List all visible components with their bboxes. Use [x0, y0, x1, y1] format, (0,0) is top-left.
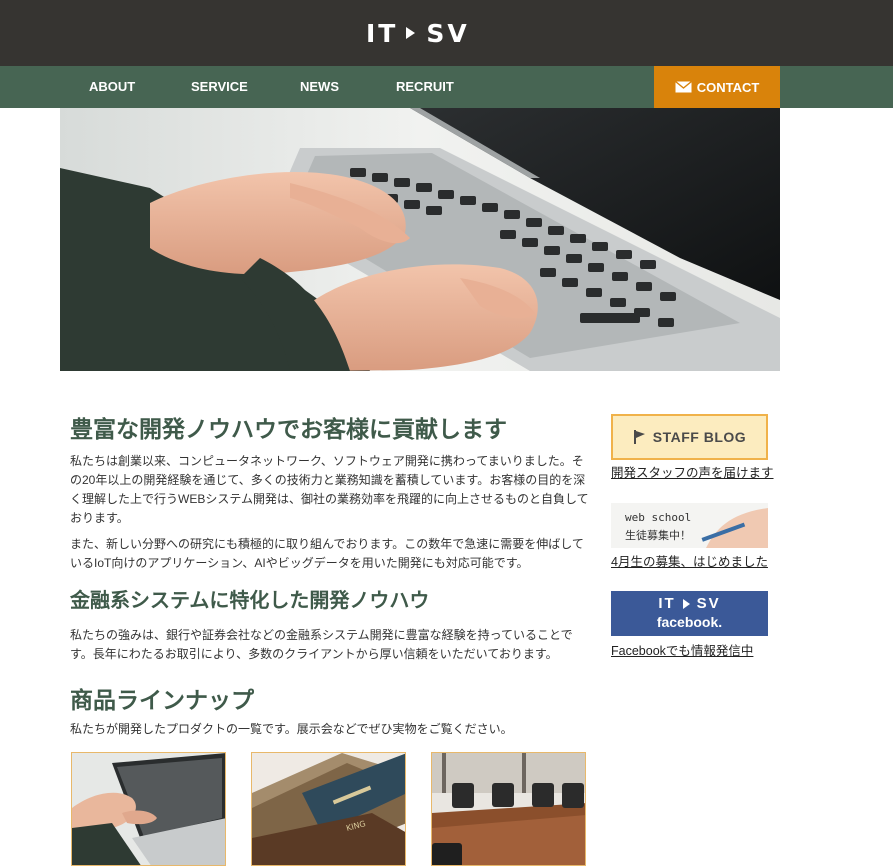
nav-item-recruit[interactable]: RECRUIT [396, 66, 454, 108]
logo-text-left: IT [366, 18, 399, 48]
product-thumb-books[interactable]: KING [251, 752, 406, 866]
fb-logo-left: IT [658, 595, 676, 612]
facebook-wordmark: facebook. [656, 614, 723, 630]
page-title: 豊富な開発ノウハウでお客様に貢献します [70, 416, 507, 442]
staff-blog-banner[interactable]: STAFF BLOG [611, 414, 768, 460]
web-school-link[interactable]: 4月生の募集、はじめました [611, 551, 768, 570]
site-logo[interactable]: IT SV [366, 18, 470, 48]
contact-label: CONTACT [696, 79, 760, 95]
play-triangle-icon [406, 27, 416, 39]
finance-heading: 金融系システムに特化した開発ノウハウ [70, 590, 430, 612]
product-thumb-tablet[interactable] [71, 752, 226, 866]
staff-blog-label: STAFF BLOG [652, 429, 747, 445]
main-nav: ABOUT SERVICE NEWS RECRUIT CONTACT [0, 66, 893, 108]
site-header: IT SV [0, 0, 893, 66]
facebook-logo: IT SV [611, 595, 768, 612]
nav-item-news[interactable]: NEWS [300, 66, 339, 108]
school-line-1: web school [625, 511, 692, 524]
finance-paragraph: 私たちの強みは、銀行や証券会社などの金融系システム開発に豊富な経験を持っているこ… [70, 628, 573, 661]
fb-logo-right: SV [696, 595, 721, 612]
lineup-heading: 商品ラインナップ [70, 687, 254, 713]
facebook-banner[interactable]: IT SV facebook. [611, 591, 768, 636]
nav-item-service[interactable]: SERVICE [191, 66, 248, 108]
logo-text-right: SV [426, 18, 470, 48]
intro-paragraph: 私たちは創業以来、コンピュータネットワーク、ソフトウェア開発に携わってまいりまし… [70, 454, 589, 525]
staff-blog-link[interactable]: 開発スタッフの声を届けます [611, 462, 774, 481]
web-school-banner[interactable]: web school 生徒募集中！ [611, 503, 768, 548]
lineup-paragraph: 私たちが開発したプロダクトの一覧です。展示会などでぜひ実物をご覧ください。 [70, 722, 513, 736]
play-triangle-icon [682, 598, 690, 609]
nav-item-about[interactable]: ABOUT [89, 66, 135, 108]
flag-icon [633, 430, 645, 444]
envelope-icon [674, 81, 692, 93]
facebook-link[interactable]: Facebookでも情報発信中 [611, 640, 753, 659]
school-line-2: 生徒募集中！ [625, 530, 691, 542]
contact-button[interactable]: CONTACT [654, 66, 780, 108]
research-paragraph: また、新しい分野への研究にも積極的に取り組んでおります。この数年で急速に需要を伸… [70, 537, 584, 570]
product-thumb-meeting-room[interactable] [431, 752, 586, 866]
hero-image [60, 108, 780, 371]
